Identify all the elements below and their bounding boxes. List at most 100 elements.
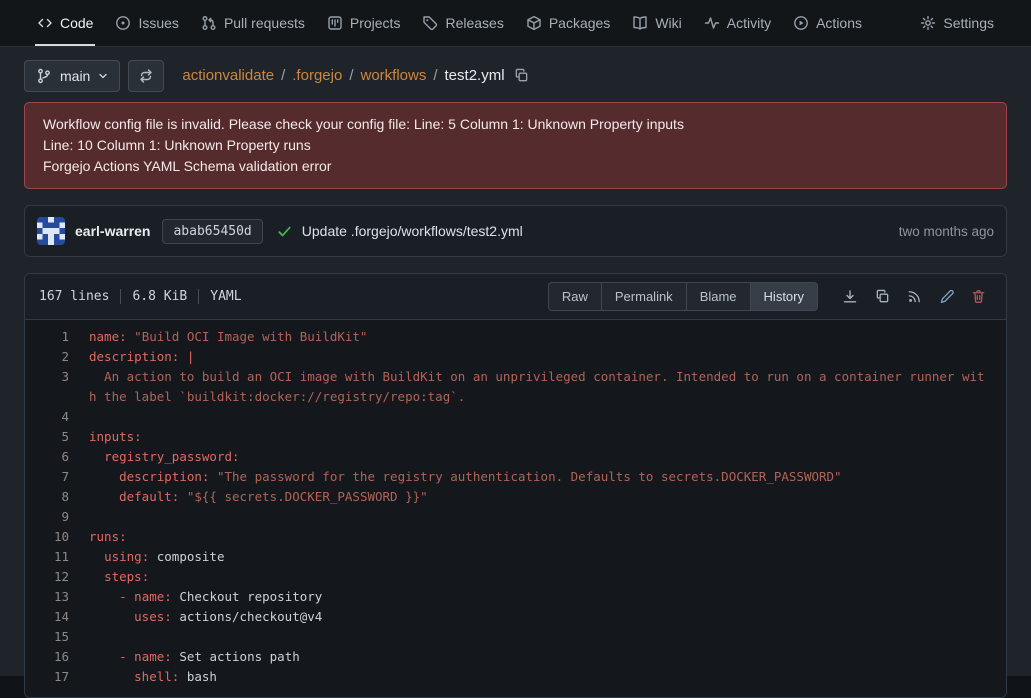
code-line: 10runs: (25, 527, 1006, 547)
code-line: 7 description: "The password for the reg… (25, 467, 1006, 487)
code-line-content: using: composite (89, 547, 1006, 567)
code-line: 2description: | (25, 347, 1006, 367)
code-line-content: default: "${{ secrets.DOCKER_PASSWORD }}… (89, 487, 1006, 507)
download-button[interactable] (836, 283, 864, 311)
line-number[interactable]: 5 (25, 427, 89, 447)
compare-button[interactable] (128, 60, 164, 92)
tab-label: Activity (727, 15, 771, 31)
tab-pull-requests[interactable]: Pull requests (190, 0, 316, 46)
delete-button[interactable] (964, 283, 992, 311)
code-line: 6 registry_password: (25, 447, 1006, 467)
line-number[interactable]: 17 (25, 667, 89, 687)
copy-path-button[interactable] (514, 68, 529, 83)
code-line-content: - name: Set actions path (89, 647, 1006, 667)
tab-activity[interactable]: Activity (693, 0, 782, 46)
code-line-content: shell: bash (89, 667, 1006, 687)
tab-actions[interactable]: Actions (782, 0, 873, 46)
edit-button[interactable] (932, 283, 960, 311)
tab-label: Issues (138, 15, 178, 31)
projects-icon (327, 15, 343, 31)
tab-label: Actions (816, 15, 862, 31)
file-size: 6.8 KiB (132, 289, 187, 304)
copy-icon (514, 68, 529, 83)
tab-label: Packages (549, 15, 610, 31)
tab-releases[interactable]: Releases (411, 0, 514, 46)
line-number[interactable]: 14 (25, 607, 89, 627)
rss-icon (907, 289, 922, 304)
line-number[interactable]: 11 (25, 547, 89, 567)
breadcrumb-segment[interactable]: actionvalidate (182, 67, 274, 84)
history-button[interactable]: History (751, 282, 818, 311)
packages-icon (526, 15, 542, 31)
line-number[interactable]: 4 (25, 407, 89, 427)
line-number[interactable]: 12 (25, 567, 89, 587)
raw-button[interactable]: Raw (548, 282, 602, 311)
line-number[interactable]: 1 (25, 327, 89, 347)
tab-wiki[interactable]: Wiki (621, 0, 692, 46)
code-line: 1name: "Build OCI Image with BuildKit" (25, 327, 1006, 347)
code-line-content: uses: actions/checkout@v4 (89, 607, 1006, 627)
tab-label: Code (60, 15, 93, 31)
commit-status-check-icon[interactable] (277, 224, 292, 239)
code-line: 11 using: composite (25, 547, 1006, 567)
pull-request-icon (201, 15, 217, 31)
commit-time: two months ago (899, 224, 994, 239)
code-line: 12 steps: (25, 567, 1006, 587)
download-icon (842, 289, 858, 305)
tab-packages[interactable]: Packages (515, 0, 621, 46)
code-line: 5inputs: (25, 427, 1006, 447)
rss-button[interactable] (900, 283, 928, 311)
blame-button[interactable]: Blame (687, 282, 751, 311)
line-number[interactable]: 2 (25, 347, 89, 367)
commit-message[interactable]: Update .forgejo/workflows/test2.yml (302, 223, 523, 239)
chevron-down-icon (98, 71, 108, 81)
tab-settings[interactable]: Settings (909, 0, 1005, 46)
line-number[interactable]: 16 (25, 647, 89, 667)
code-line-content: - name: Checkout repository (89, 587, 1006, 607)
line-number[interactable]: 13 (25, 587, 89, 607)
code-line: 9 (25, 507, 1006, 527)
code-icon (37, 15, 53, 31)
tab-projects[interactable]: Projects (316, 0, 412, 46)
git-compare-icon (138, 68, 154, 84)
file-action-buttons: RawPermalinkBlameHistory (548, 282, 818, 311)
code-line: 4 (25, 407, 1006, 427)
code-line: 17 shell: bash (25, 667, 1006, 687)
line-number[interactable]: 3 (25, 367, 89, 407)
avatar[interactable] (37, 217, 65, 245)
commit-author[interactable]: earl-warren (75, 223, 150, 239)
commit-sha-badge[interactable]: abab65450d (162, 219, 262, 244)
line-number[interactable]: 6 (25, 447, 89, 467)
copy-content-button[interactable] (868, 283, 896, 311)
trash-icon (971, 289, 986, 304)
git-branch-icon (36, 68, 52, 84)
tab-issues[interactable]: Issues (104, 0, 189, 46)
actions-icon (793, 15, 809, 31)
branch-selector[interactable]: main (24, 60, 120, 92)
code-line: 3 An action to build an OCI image with B… (25, 367, 1006, 407)
breadcrumb-segment[interactable]: .forgejo (292, 67, 342, 84)
line-number[interactable]: 9 (25, 507, 89, 527)
line-number[interactable]: 15 (25, 627, 89, 647)
breadcrumb-segment[interactable]: workflows (360, 67, 426, 84)
breadcrumb: actionvalidate/.forgejo/workflows/test2.… (182, 67, 504, 84)
line-number[interactable]: 7 (25, 467, 89, 487)
permalink-button[interactable]: Permalink (602, 282, 687, 311)
divider (198, 289, 199, 304)
settings-icon (920, 15, 936, 31)
code-line: 15 (25, 627, 1006, 647)
file-line-count: 167 lines (39, 289, 109, 304)
tab-label: Releases (445, 15, 503, 31)
code-line-content: registry_password: (89, 447, 1006, 467)
line-number[interactable]: 8 (25, 487, 89, 507)
branch-name: main (60, 68, 90, 84)
tab-code[interactable]: Code (26, 0, 104, 46)
issue-icon (115, 15, 131, 31)
repo-toolbar: main actionvalidate/.forgejo/workflows/t… (0, 47, 1031, 102)
repo-navbar: Code Issues Pull requests Projects Releases P… (0, 0, 1031, 47)
file-view: 167 lines 6.8 KiB YAML RawPermalinkBlame… (24, 273, 1007, 698)
tab-label: Pull requests (224, 15, 305, 31)
file-language: YAML (210, 289, 241, 304)
code-line: 14 uses: actions/checkout@v4 (25, 607, 1006, 627)
line-number[interactable]: 10 (25, 527, 89, 547)
